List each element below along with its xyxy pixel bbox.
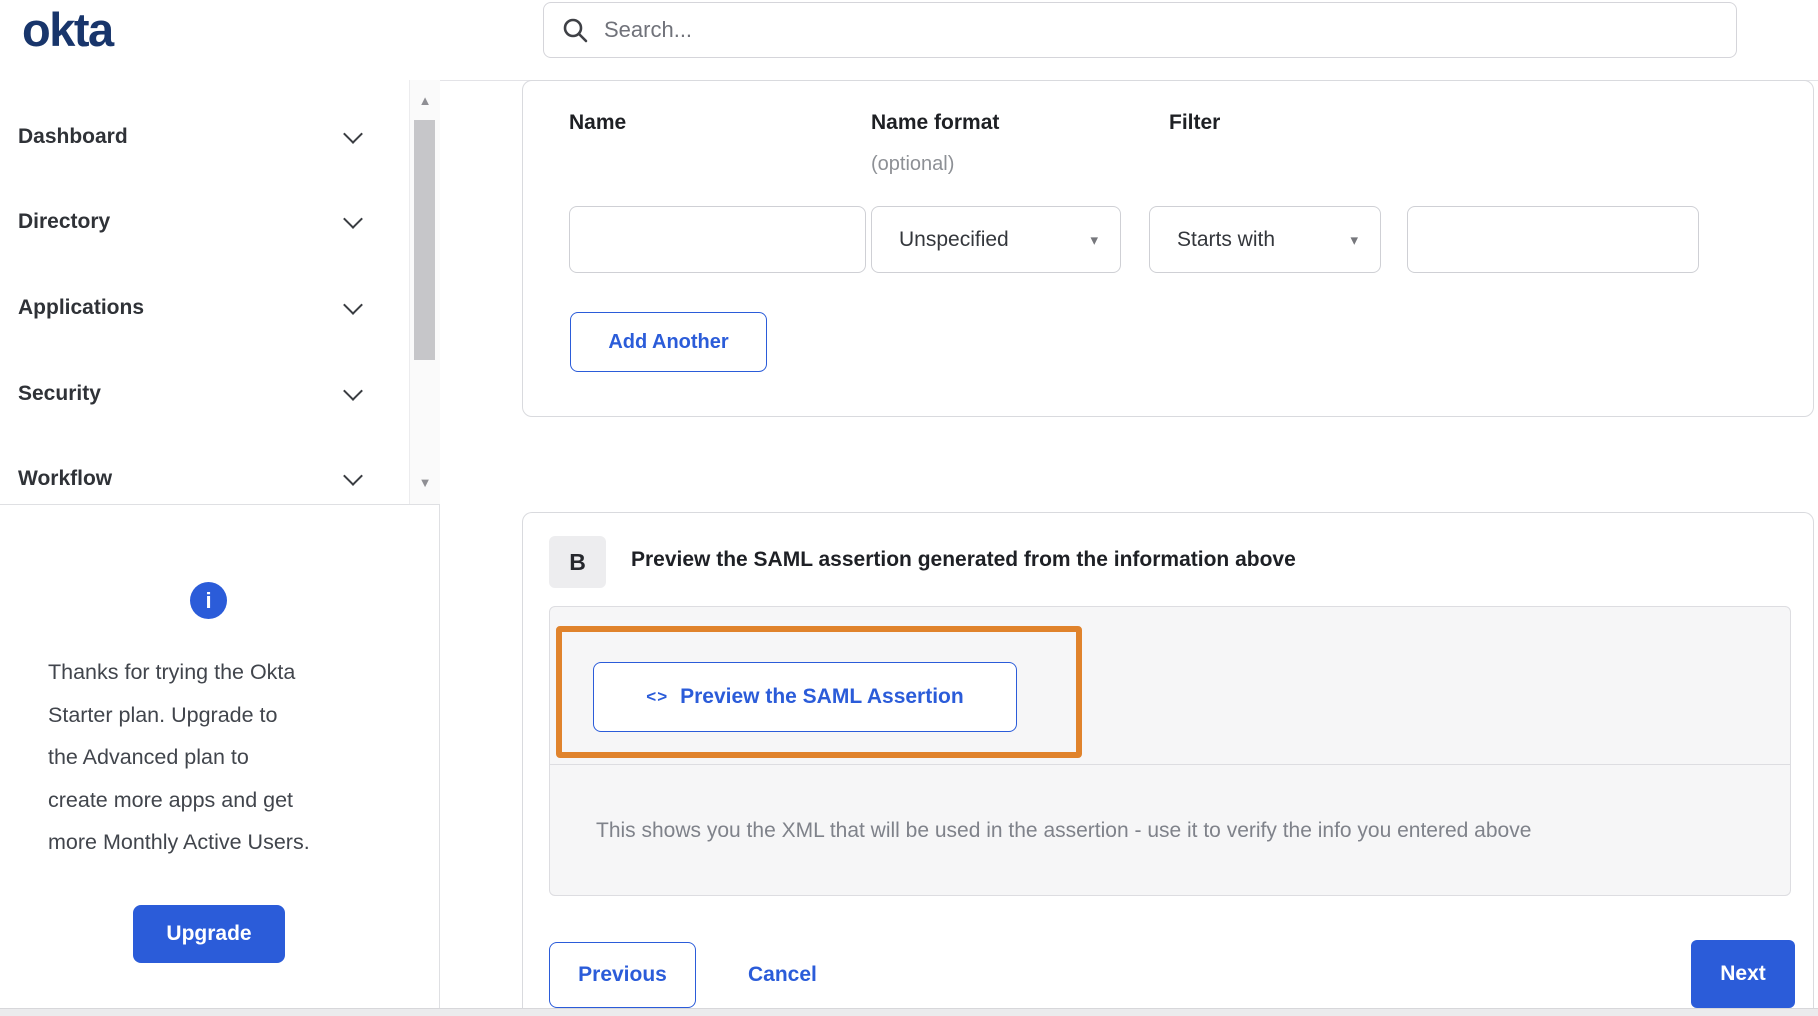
- filter-type-selected-value: Starts with: [1177, 227, 1276, 251]
- sidebar-item-directory[interactable]: Directory: [0, 199, 400, 245]
- cancel-link[interactable]: Cancel: [748, 942, 817, 1008]
- search-icon: [563, 18, 588, 43]
- upsell-line: Starter plan. Upgrade to: [48, 702, 278, 727]
- chevron-down-icon: [343, 381, 363, 401]
- filter-type-select[interactable]: Starts with ▾: [1149, 206, 1381, 273]
- dropdown-caret-icon: ▾: [1090, 231, 1098, 249]
- sidebar-item-label: Workflow: [18, 467, 113, 490]
- upsell-line: Thanks for trying the Okta: [48, 660, 296, 684]
- sidebar-item-label: Security: [18, 382, 101, 405]
- sidebar-nav: Dashboard Directory Applications Securit…: [0, 80, 440, 505]
- okta-admin-page: okta Dashboard Directory Applications Se…: [0, 0, 1818, 1016]
- info-icon: i: [190, 582, 227, 619]
- plan-upsell-panel: i Thanks for trying the Okta Starter pla…: [0, 505, 440, 1008]
- scroll-up-icon[interactable]: ▲: [410, 88, 440, 114]
- search-input[interactable]: [602, 16, 1736, 44]
- attribute-name-input[interactable]: [569, 206, 866, 273]
- chevron-down-icon: [343, 209, 363, 229]
- filter-column-label: Filter: [1169, 111, 1221, 134]
- global-search[interactable]: [543, 2, 1737, 58]
- sidebar-item-label: Applications: [18, 296, 145, 319]
- filter-value-input[interactable]: [1407, 206, 1699, 273]
- upgrade-button[interactable]: Upgrade: [133, 905, 285, 963]
- dropdown-caret-icon: ▾: [1350, 231, 1358, 249]
- name-format-selected-value: Unspecified: [899, 227, 1009, 251]
- name-column-label: Name: [569, 111, 627, 134]
- sidebar-scrollbar[interactable]: ▲ ▼: [409, 80, 440, 504]
- previous-button[interactable]: Previous: [549, 942, 696, 1008]
- top-header: okta: [0, 0, 1818, 81]
- scroll-down-icon[interactable]: ▼: [410, 470, 440, 496]
- preview-saml-panel: B Preview the SAML assertion generated f…: [522, 512, 1814, 1014]
- next-button[interactable]: Next: [1691, 940, 1795, 1008]
- preview-saml-assertion-button[interactable]: <> Preview the SAML Assertion: [593, 662, 1017, 732]
- preview-button-label: Preview the SAML Assertion: [680, 685, 964, 708]
- name-format-select[interactable]: Unspecified ▾: [871, 206, 1121, 273]
- chevron-down-icon: [343, 466, 363, 486]
- upsell-line: create more apps and get: [48, 787, 294, 812]
- sidebar-item-security[interactable]: Security: [0, 371, 400, 417]
- step-b-badge: B: [549, 536, 606, 588]
- scrollbar-thumb[interactable]: [414, 120, 435, 360]
- chevron-down-icon: [343, 295, 363, 315]
- upsell-message: Thanks for trying the Okta Starter plan.…: [48, 651, 310, 864]
- sidebar-item-label: Dashboard: [18, 125, 128, 148]
- name-format-column-label: Name format: [871, 111, 1000, 134]
- chevron-down-icon: [343, 124, 363, 144]
- sidebar-item-applications[interactable]: Applications: [0, 285, 400, 331]
- sidebar-item-label: Directory: [18, 210, 111, 233]
- okta-logo[interactable]: okta: [22, 2, 114, 57]
- horizontal-scrollbar[interactable]: [0, 1008, 1818, 1016]
- name-format-optional-hint: (optional): [871, 153, 955, 175]
- code-icon: <>: [646, 687, 669, 706]
- add-another-button[interactable]: Add Another: [570, 312, 767, 372]
- preview-note: This shows you the XML that will be used…: [596, 819, 1532, 842]
- sidebar-item-dashboard[interactable]: Dashboard: [0, 114, 400, 160]
- preview-section-heading: Preview the SAML assertion generated fro…: [631, 548, 1296, 571]
- attribute-statements-panel: Name Name format (optional) Filter Unspe…: [522, 80, 1814, 417]
- preview-area: This shows you the XML that will be used…: [549, 606, 1791, 896]
- upsell-line: the Advanced plan to: [48, 745, 249, 769]
- sidebar-item-workflow[interactable]: Workflow: [0, 456, 400, 502]
- upsell-line: more Monthly Active Users.: [48, 830, 310, 854]
